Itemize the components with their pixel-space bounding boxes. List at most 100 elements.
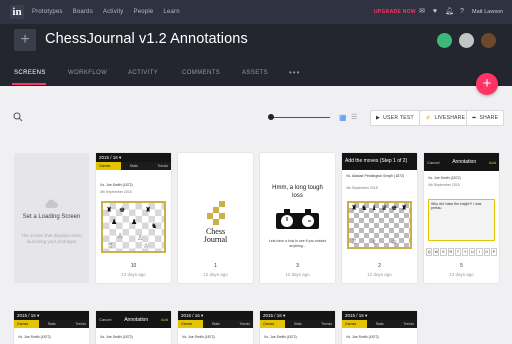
- subnav-active: Games: [260, 320, 285, 328]
- video-icon: ▶: [376, 115, 381, 121]
- chess-board: ♜ ♚ ♜ ♟ ♟ ♞ ♙ ♙ ♖ ♔: [101, 201, 166, 253]
- cancel-label: Cancel: [427, 159, 440, 165]
- bishop-icon: ♗: [371, 239, 378, 246]
- rook-icon: ♖: [351, 239, 358, 246]
- tab-comments[interactable]: COMMENTS: [182, 70, 220, 76]
- subnav-stats: Stats: [293, 322, 302, 326]
- screen-timestamp: 12 days ago: [367, 272, 392, 277]
- help-icon[interactable]: ?: [458, 8, 466, 16]
- screen-header: 2015 / 16 ▾: [342, 311, 417, 320]
- date-text: 4th September 2015: [428, 183, 460, 187]
- more-tabs-button[interactable]: •••: [289, 68, 300, 77]
- zoom-slider[interactable]: [270, 117, 330, 118]
- screen-timestamp: 12 days ago: [449, 272, 474, 277]
- queen-icon: ♛: [381, 205, 388, 212]
- rook-icon: ♜: [351, 205, 358, 212]
- user-menu[interactable]: Matt Lawson: [472, 9, 503, 15]
- mail-icon[interactable]: ✉: [418, 8, 426, 16]
- subnav-active: Games: [96, 162, 121, 170]
- screen-card[interactable]: 2015 / 16 ▾ Games Stats Trends Games Vs.…: [178, 311, 253, 344]
- key: U: [469, 248, 476, 256]
- king-icon: ♔: [391, 239, 398, 246]
- user-test-label: USER TEST: [383, 115, 414, 121]
- tab-screens[interactable]: SCREENS: [14, 70, 46, 76]
- nav-people[interactable]: People: [134, 9, 154, 15]
- king-icon: ♚: [391, 205, 398, 212]
- key: E: [440, 248, 447, 256]
- players-text: Vs. Joe Smith (1872): [100, 183, 133, 187]
- liveshare-button[interactable]: ⚡ LIVESHARE: [419, 110, 472, 126]
- screen-number: 3: [296, 263, 299, 269]
- players-text: Vs. Alastair Peddington Smyth (1872): [346, 174, 405, 178]
- add-screen-button[interactable]: +: [14, 29, 36, 51]
- tab-activity[interactable]: ACTIVITY: [128, 70, 158, 76]
- invision-logo-icon[interactable]: in: [10, 5, 24, 19]
- key: P: [490, 248, 498, 256]
- screen-number: 5: [460, 263, 463, 269]
- tab-assets[interactable]: ASSETS: [242, 70, 268, 76]
- nav-activity[interactable]: Activity: [103, 9, 124, 15]
- grid-view-icon[interactable]: ▦: [339, 114, 347, 122]
- rook-icon: ♜: [106, 207, 113, 214]
- pawn-icon: ♟: [131, 219, 138, 226]
- logo-text-line2: Journal: [203, 235, 228, 244]
- nav-boards[interactable]: Boards: [73, 9, 93, 15]
- avatar[interactable]: [481, 33, 496, 48]
- upgrade-now-link[interactable]: UPGRADE NOW: [374, 9, 416, 15]
- add-button[interactable]: +: [476, 73, 498, 95]
- tab-bar: SCREENS WORKFLOW ACTIVITY COMMENTS ASSET…: [0, 65, 512, 86]
- players-text: Vs. Joe Smith (1872): [100, 335, 133, 339]
- empty-title: Set a Loading Screen: [22, 214, 81, 220]
- annotation-textarea: Why did I take the knight?! I was pressu: [428, 199, 495, 241]
- project-title: ChessJournal v1.2 Annotations: [45, 31, 248, 47]
- share-button[interactable]: ➦ SHARE: [466, 110, 505, 126]
- players-text: Vs. Joe Smith (1872): [346, 335, 379, 339]
- players-text: Vs. Joe Smith (1872): [18, 335, 51, 339]
- active-tab-indicator: [12, 83, 46, 85]
- screen-card[interactable]: 2015 / 16 ▾ Games Stats Trends Games Vs.…: [260, 311, 335, 344]
- chess-clock-icon: [276, 209, 319, 229]
- list-view-icon[interactable]: ☰: [351, 114, 358, 121]
- key: W: [433, 248, 440, 256]
- user-test-button[interactable]: ▶ USER TEST: [370, 110, 420, 126]
- zoom-slider-handle[interactable]: [268, 114, 274, 120]
- players-text: Vs. Joe Smith (1872): [264, 335, 297, 339]
- screen-card[interactable]: 2015 / 16 ▾ Games Stats Trends Games Vs.…: [14, 311, 89, 344]
- king-icon: ♚: [119, 207, 126, 214]
- bell-icon[interactable]: 🔔︎: [445, 8, 454, 16]
- pawn-icon: ♙: [117, 233, 124, 240]
- add-label: Add: [160, 317, 168, 322]
- knight-icon: ♞: [151, 223, 158, 230]
- keyboard: Q W E R T Y U I O P: [426, 248, 498, 256]
- search-icon[interactable]: [13, 112, 23, 122]
- subnav-trends: Trends: [239, 322, 250, 326]
- key: R: [447, 248, 454, 256]
- add-people-avatar[interactable]: [437, 33, 452, 48]
- loading-screen-placeholder[interactable]: Set a Loading Screen The screen that dis…: [14, 153, 89, 283]
- players-text: Vs. Joe Smith (1872): [428, 176, 461, 180]
- annotation-title: Annotation: [452, 159, 477, 165]
- tab-workflow[interactable]: WORKFLOW: [68, 70, 107, 76]
- screen-header: 2015 / 16 ▾: [178, 311, 253, 320]
- pawn-icon: ♙: [137, 235, 144, 242]
- screen-header: 2015 / 16 ▾: [260, 311, 335, 320]
- screen-card[interactable]: 2015 / 16 ▾ Games Stats Trends Games Vs.…: [342, 311, 417, 344]
- nav-learn[interactable]: Learn: [163, 9, 179, 15]
- avatar[interactable]: [459, 33, 474, 48]
- empty-subtitle: The screen that displays when launching …: [21, 233, 82, 244]
- screen-header: 2015 / 16 ▾: [96, 153, 171, 162]
- date-text: 4th September 2015: [100, 190, 132, 194]
- chess-board: ♜ ♞ ♝ ♛ ♚ ♜ ♖ ♗ ♔: [347, 201, 412, 249]
- screen-header: 2015 / 16 ▾: [14, 311, 89, 320]
- key: Y: [462, 248, 469, 256]
- screen-card[interactable]: Cancel Annotation Add Vs. Joe Smith (187…: [96, 311, 171, 344]
- nav-prototypes[interactable]: Prototypes: [32, 9, 63, 15]
- heart-icon[interactable]: ♥: [431, 8, 439, 16]
- annotation-title: Annotation: [124, 316, 149, 323]
- screen-timestamp: 12 days ago: [203, 272, 228, 277]
- subnav-active: Games: [14, 320, 39, 328]
- subnav-active: Games: [178, 320, 203, 328]
- top-nav: Prototypes Boards Activity People Learn: [32, 9, 180, 15]
- screen-timestamp: 12 days ago: [121, 272, 146, 277]
- share-icon: ➦: [472, 115, 477, 121]
